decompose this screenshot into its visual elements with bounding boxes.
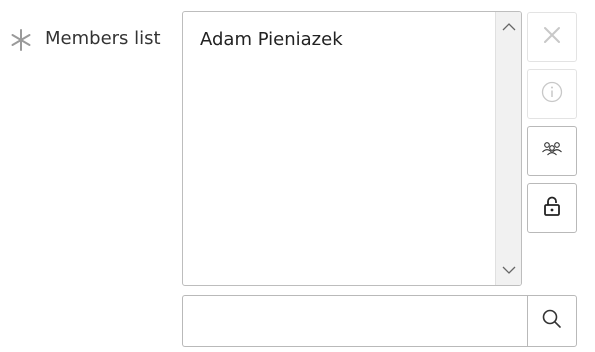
search-icon — [540, 307, 564, 335]
search-button[interactable] — [527, 295, 577, 347]
listbox-scrollbar[interactable] — [495, 12, 521, 285]
lock-toggle-button[interactable] — [527, 183, 577, 233]
chevron-down-icon[interactable] — [496, 257, 521, 283]
info-icon — [540, 80, 564, 108]
member-info-button[interactable] — [527, 69, 577, 119]
users-icon — [540, 137, 564, 165]
members-listbox[interactable]: Adam Pieniazek — [182, 11, 522, 286]
required-asterisk-icon — [8, 27, 34, 53]
unlock-icon — [540, 194, 564, 222]
select-members-button[interactable] — [527, 126, 577, 176]
close-icon — [540, 23, 564, 51]
list-item[interactable]: Adam Pieniazek — [200, 29, 343, 51]
chevron-up-icon[interactable] — [496, 14, 521, 40]
search-input[interactable] — [182, 295, 528, 347]
members-list-label: Members list — [45, 28, 161, 49]
remove-member-button[interactable] — [527, 12, 577, 62]
